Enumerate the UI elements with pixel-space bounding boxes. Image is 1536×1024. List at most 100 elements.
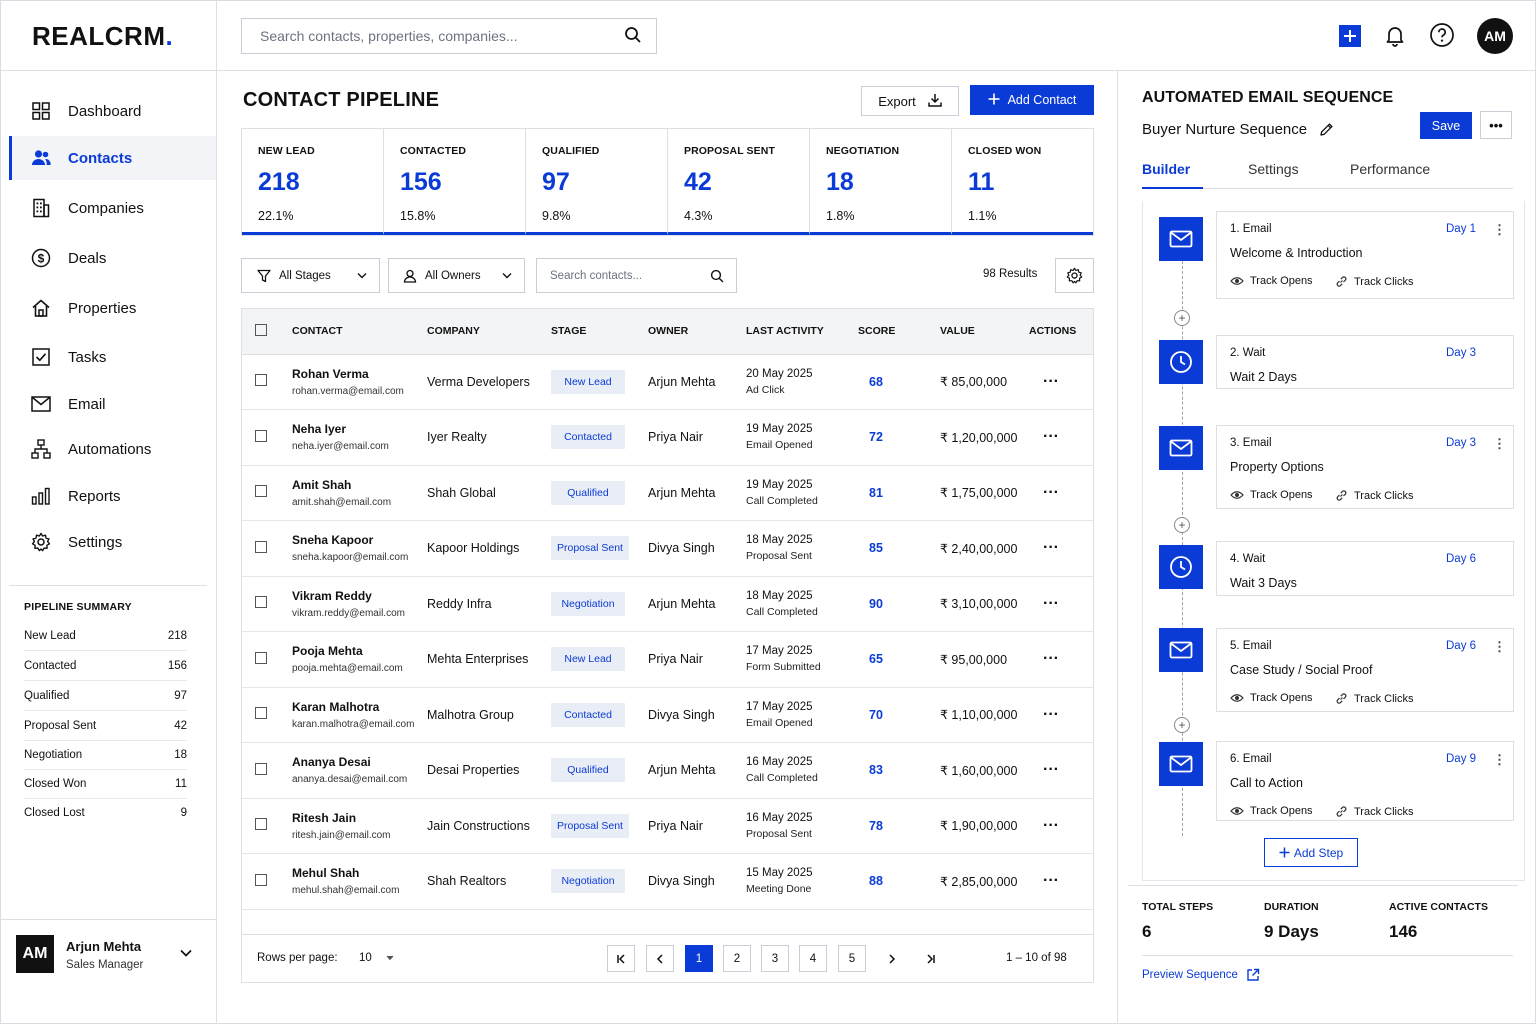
- row-actions[interactable]: ···: [1029, 354, 1093, 410]
- kebab-menu-icon[interactable]: ⋮: [1493, 752, 1506, 768]
- stage-card-proposal-sent[interactable]: PROPOSAL SENT 42 4.3%: [668, 129, 810, 235]
- search-icon[interactable]: [624, 26, 642, 47]
- track-opens-option[interactable]: Track Opens: [1230, 275, 1313, 287]
- insert-step-button[interactable]: +: [1174, 310, 1190, 326]
- contact-name[interactable]: Sneha Kapoor: [292, 533, 427, 547]
- contact-cell[interactable]: Ritesh Jain ritesh.jain@email.com: [292, 798, 427, 854]
- sequence-step-card[interactable]: 2. Wait Day 3 Wait 2 Days: [1216, 335, 1514, 389]
- ellipsis-icon[interactable]: ···: [1043, 706, 1059, 723]
- contact-cell[interactable]: Vikram Reddy vikram.reddy@email.com: [292, 576, 427, 632]
- rows-per-page-select[interactable]: 10: [359, 952, 394, 964]
- sidebar-item-deals[interactable]: $ Deals: [9, 236, 216, 280]
- select-all-checkbox[interactable]: [242, 309, 292, 355]
- sidebar-item-settings[interactable]: Settings: [9, 520, 216, 564]
- insert-step-button[interactable]: +: [1174, 717, 1190, 733]
- row-checkbox[interactable]: [242, 798, 292, 854]
- table-row[interactable]: Ananya Desai ananya.desai@email.com Desai …: [242, 742, 1093, 799]
- column-header-company[interactable]: COMPANY: [427, 309, 551, 355]
- prev-page-button[interactable]: [646, 945, 674, 972]
- table-row[interactable]: Pooja Mehta pooja.mehta@email.com Mehta En…: [242, 631, 1093, 688]
- first-page-button[interactable]: [607, 945, 635, 972]
- stage-card-negotiation[interactable]: NEGOTIATION 18 1.8%: [810, 129, 952, 235]
- row-checkbox[interactable]: [242, 409, 292, 466]
- save-button[interactable]: Save: [1420, 112, 1472, 139]
- column-header-contact[interactable]: CONTACT: [292, 309, 427, 355]
- sidebar-item-contacts[interactable]: Contacts: [9, 136, 216, 180]
- contact-cell[interactable]: Sneha Kapoor sneha.kapoor@email.com: [292, 520, 427, 577]
- ellipsis-icon[interactable]: ···: [1043, 872, 1059, 889]
- contact-cell[interactable]: Mehul Shah mehul.shah@email.com: [292, 853, 427, 910]
- insert-step-button[interactable]: +: [1174, 517, 1190, 533]
- contact-name[interactable]: Neha Iyer: [292, 422, 427, 436]
- chevron-down-icon[interactable]: [179, 946, 193, 961]
- contact-name[interactable]: Karan Malhotra: [292, 700, 427, 714]
- sidebar-item-companies[interactable]: Companies: [9, 186, 216, 230]
- contact-name[interactable]: Mehul Shah: [292, 866, 427, 880]
- track-clicks-option[interactable]: Track Clicks: [1335, 805, 1413, 818]
- help-icon[interactable]: [1429, 22, 1455, 51]
- contact-name[interactable]: Vikram Reddy: [292, 589, 427, 603]
- contact-name[interactable]: Ritesh Jain: [292, 811, 427, 825]
- search-icon[interactable]: [710, 269, 724, 283]
- table-row[interactable]: Rohan Verma rohan.verma@email.com Verma De…: [242, 354, 1093, 410]
- step-email-node[interactable]: [1159, 628, 1203, 672]
- track-opens-option[interactable]: Track Opens: [1230, 489, 1313, 501]
- contact-cell[interactable]: Karan Malhotra karan.malhotra@email.com: [292, 687, 427, 743]
- row-checkbox[interactable]: [242, 576, 292, 632]
- user-avatar[interactable]: AM: [1477, 18, 1513, 54]
- contact-name[interactable]: Pooja Mehta: [292, 644, 427, 658]
- row-checkbox[interactable]: [242, 520, 292, 577]
- row-actions[interactable]: ···: [1029, 576, 1093, 632]
- contact-cell[interactable]: Pooja Mehta pooja.mehta@email.com: [292, 631, 427, 688]
- quick-add-button[interactable]: [1339, 25, 1361, 47]
- page-button[interactable]: 1: [685, 945, 713, 972]
- page-button[interactable]: 4: [799, 945, 827, 972]
- stage-card-contacted[interactable]: CONTACTED 156 15.8%: [384, 129, 526, 235]
- stage-card-new-lead[interactable]: NEW LEAD 218 22.1%: [242, 129, 384, 235]
- tab-performance[interactable]: Performance: [1350, 161, 1430, 177]
- row-checkbox[interactable]: [242, 742, 292, 799]
- step-email-node[interactable]: [1159, 742, 1203, 786]
- app-logo[interactable]: REALCRM.: [32, 21, 173, 52]
- preview-sequence-link[interactable]: Preview Sequence: [1142, 968, 1260, 982]
- next-page-button[interactable]: [878, 945, 906, 972]
- kebab-menu-icon[interactable]: ⋮: [1493, 639, 1506, 655]
- sequence-step-card[interactable]: 1. Email Day 1 ⋮ Welcome & Introduction …: [1216, 211, 1514, 299]
- sequence-step-card[interactable]: 6. Email Day 9 ⋮ Call to Action Track Op…: [1216, 741, 1514, 821]
- row-actions[interactable]: ···: [1029, 465, 1093, 521]
- add-step-button[interactable]: Add Step: [1264, 838, 1358, 867]
- contact-name[interactable]: Rohan Verma: [292, 367, 427, 381]
- row-actions[interactable]: ···: [1029, 409, 1093, 466]
- bell-icon[interactable]: [1383, 23, 1407, 50]
- row-checkbox[interactable]: [242, 354, 292, 410]
- table-row[interactable]: Ritesh Jain ritesh.jain@email.com Jain Con…: [242, 798, 1093, 854]
- contact-cell[interactable]: Amit Shah amit.shah@email.com: [292, 465, 427, 521]
- page-button[interactable]: 5: [838, 945, 866, 972]
- column-header-score[interactable]: SCORE: [858, 309, 940, 355]
- ellipsis-icon[interactable]: ···: [1043, 817, 1059, 834]
- stage-card-closed-won[interactable]: CLOSED WON 11 1.1%: [952, 129, 1093, 235]
- sidebar-item-reports[interactable]: Reports: [9, 474, 216, 518]
- sidebar-item-email[interactable]: Email: [9, 382, 216, 426]
- row-actions[interactable]: ···: [1029, 798, 1093, 854]
- table-row[interactable]: Vikram Reddy vikram.reddy@email.com Reddy …: [242, 576, 1093, 632]
- sidebar-item-properties[interactable]: Properties: [9, 286, 216, 330]
- page-button[interactable]: 2: [723, 945, 751, 972]
- table-row[interactable]: Amit Shah amit.shah@email.com Shah Global Q…: [242, 465, 1093, 521]
- column-header-stage[interactable]: STAGE: [551, 309, 648, 355]
- table-row[interactable]: Mehul Shah mehul.shah@email.com Shah Realt…: [242, 853, 1093, 910]
- row-actions[interactable]: ···: [1029, 631, 1093, 688]
- contact-cell[interactable]: Rohan Verma rohan.verma@email.com: [292, 354, 427, 410]
- track-opens-option[interactable]: Track Opens: [1230, 805, 1313, 817]
- step-email-node[interactable]: [1159, 217, 1203, 261]
- global-search-box[interactable]: [241, 18, 657, 54]
- table-row[interactable]: Karan Malhotra karan.malhotra@email.com Ma…: [242, 687, 1093, 743]
- pencil-icon[interactable]: [1319, 122, 1334, 137]
- stage-card-qualified[interactable]: QUALIFIED 97 9.8%: [526, 129, 668, 235]
- owner-filter-dropdown[interactable]: All Owners: [388, 258, 525, 293]
- more-options-button[interactable]: •••: [1480, 111, 1512, 139]
- table-row[interactable]: Neha Iyer neha.iyer@email.com Iyer Realty C…: [242, 409, 1093, 466]
- sidebar-item-dashboard[interactable]: Dashboard: [9, 89, 216, 133]
- stage-filter-dropdown[interactable]: All Stages: [241, 258, 380, 293]
- kebab-menu-icon[interactable]: ⋮: [1493, 436, 1506, 452]
